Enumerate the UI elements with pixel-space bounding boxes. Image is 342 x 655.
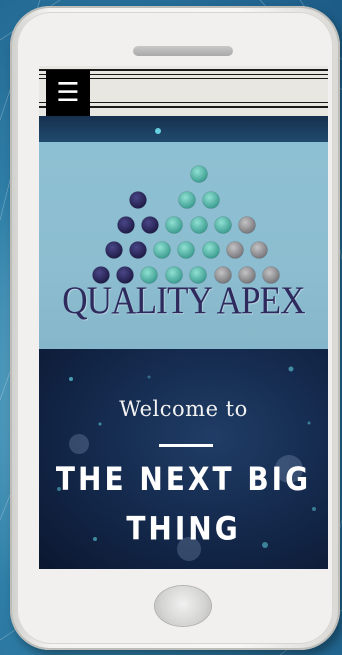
phone-screen: ☰ QUALITY APEX Welcome to THE NEXT BIG T… [39, 66, 328, 569]
logo-banner: QUALITY APEX [39, 142, 328, 349]
phone-speaker [133, 46, 233, 56]
hero-headline: THE NEXT BIG THING [55, 460, 312, 548]
header-strip [39, 116, 328, 142]
welcome-text: Welcome to [119, 397, 248, 421]
logo-wordmark: QUALITY APEX [62, 279, 305, 322]
hamburger-menu-button[interactable]: ☰ [46, 70, 90, 116]
phone-home-button[interactable] [155, 586, 211, 626]
hero-divider [159, 444, 213, 447]
hamburger-menu-icon: ☰ [56, 78, 80, 108]
hero-section: Welcome to THE NEXT BIG THING [39, 349, 328, 569]
